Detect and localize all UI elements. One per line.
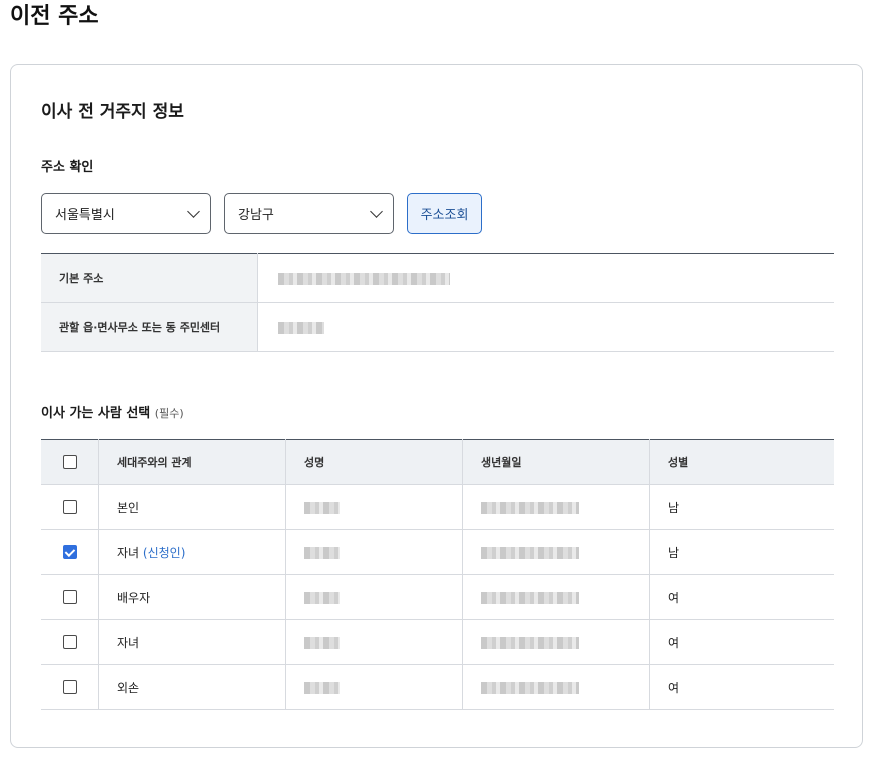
- relation-text: 자녀: [117, 635, 140, 650]
- column-header-gender: 성별: [649, 439, 834, 485]
- redacted-text: [481, 681, 579, 694]
- birthdate-cell: [462, 664, 650, 710]
- redacted-text: [304, 501, 340, 514]
- redacted-text: [278, 273, 450, 285]
- name-cell: [285, 664, 463, 710]
- district-select-value: 강남구: [238, 208, 274, 223]
- district-select[interactable]: 강남구: [224, 193, 394, 234]
- row-checkbox[interactable]: [62, 635, 77, 650]
- row-checkbox[interactable]: [62, 680, 77, 695]
- required-note: (필수): [154, 407, 184, 420]
- row-checkbox[interactable]: [62, 545, 77, 560]
- name-cell: [285, 574, 463, 620]
- redacted-text: [304, 546, 340, 559]
- relation-text: 본인: [117, 500, 140, 515]
- relation-cell: 배우자: [98, 574, 286, 620]
- relation-cell: 외손: [98, 664, 286, 710]
- address-info-row: 관할 읍·면사무소 또는 동 주민센터: [41, 302, 834, 352]
- relation-cell: 자녀 (신청인): [98, 529, 286, 575]
- column-header-name: 성명: [285, 439, 463, 485]
- redacted-text: [278, 322, 324, 334]
- community-center-value: [257, 302, 834, 352]
- gender-cell: 남: [649, 484, 834, 530]
- redacted-text: [304, 591, 340, 604]
- gender-cell: 남: [649, 529, 834, 575]
- redacted-text: [304, 681, 340, 694]
- table-row: 외손 여: [41, 664, 834, 710]
- community-center-label: 관할 읍·면사무소 또는 동 주민센터: [41, 302, 258, 352]
- birthdate-cell: [462, 484, 650, 530]
- table-row: 자녀 여: [41, 619, 834, 665]
- address-info-row: 기본 주소: [41, 253, 834, 303]
- gender-cell: 여: [649, 619, 834, 665]
- row-checkbox-cell: [41, 574, 99, 620]
- table-row: 자녀 (신청인) 남: [41, 529, 834, 575]
- table-header-row: 세대주와의 관계 성명 생년월일 성별: [41, 439, 834, 485]
- relation-text: 배우자: [117, 590, 151, 605]
- row-checkbox[interactable]: [62, 590, 77, 605]
- column-header-birthdate: 생년월일: [462, 439, 650, 485]
- gender-cell: 여: [649, 574, 834, 620]
- gender-cell: 여: [649, 664, 834, 710]
- movers-table: 세대주와의 관계 성명 생년월일 성별 본인 남 자녀 (신청인) 남 배우자 …: [41, 439, 834, 710]
- relation-text: 자녀: [117, 545, 140, 560]
- birthdate-cell: [462, 619, 650, 665]
- row-checkbox-cell: [41, 529, 99, 575]
- row-checkbox-cell: [41, 484, 99, 530]
- relation-cell: 본인: [98, 484, 286, 530]
- row-checkbox-cell: [41, 619, 99, 665]
- relation-text: 외손: [117, 680, 140, 695]
- redacted-text: [481, 546, 579, 559]
- basic-address-value: [257, 253, 834, 303]
- section-title: 이사 전 거주지 정보: [41, 102, 184, 122]
- row-checkbox-cell: [41, 664, 99, 710]
- movers-label: 이사 가는 사람 선택 (필수): [41, 402, 184, 421]
- movers-label-text: 이사 가는 사람 선택: [41, 406, 151, 421]
- select-all-cell: [41, 439, 99, 485]
- address-lookup-button[interactable]: 주소조회: [407, 193, 482, 234]
- city-select-value: 서울특별시: [55, 208, 115, 223]
- birthdate-cell: [462, 529, 650, 575]
- applicant-tag: (신청인): [142, 545, 186, 560]
- address-info-table: 기본 주소 관할 읍·면사무소 또는 동 주민센터: [41, 253, 834, 352]
- birthdate-cell: [462, 574, 650, 620]
- redacted-text: [481, 501, 579, 514]
- page-title: 이전 주소: [10, 4, 99, 29]
- select-all-checkbox[interactable]: [62, 455, 77, 469]
- relation-cell: 자녀: [98, 619, 286, 665]
- table-row: 배우자 여: [41, 574, 834, 620]
- redacted-text: [481, 636, 579, 649]
- table-row: 본인 남: [41, 484, 834, 530]
- name-cell: [285, 529, 463, 575]
- address-check-label: 주소 확인: [41, 160, 94, 175]
- chevron-down-icon: [187, 204, 200, 218]
- redacted-text: [481, 591, 579, 604]
- column-header-relation: 세대주와의 관계: [98, 439, 286, 485]
- basic-address-label: 기본 주소: [41, 253, 258, 303]
- previous-residence-card: 이사 전 거주지 정보 주소 확인 서울특별시 강남구 주소조회 기본 주소 관…: [10, 64, 863, 748]
- city-select[interactable]: 서울특별시: [41, 193, 211, 234]
- redacted-text: [304, 636, 340, 649]
- name-cell: [285, 619, 463, 665]
- chevron-down-icon: [370, 204, 383, 218]
- row-checkbox[interactable]: [62, 500, 77, 515]
- name-cell: [285, 484, 463, 530]
